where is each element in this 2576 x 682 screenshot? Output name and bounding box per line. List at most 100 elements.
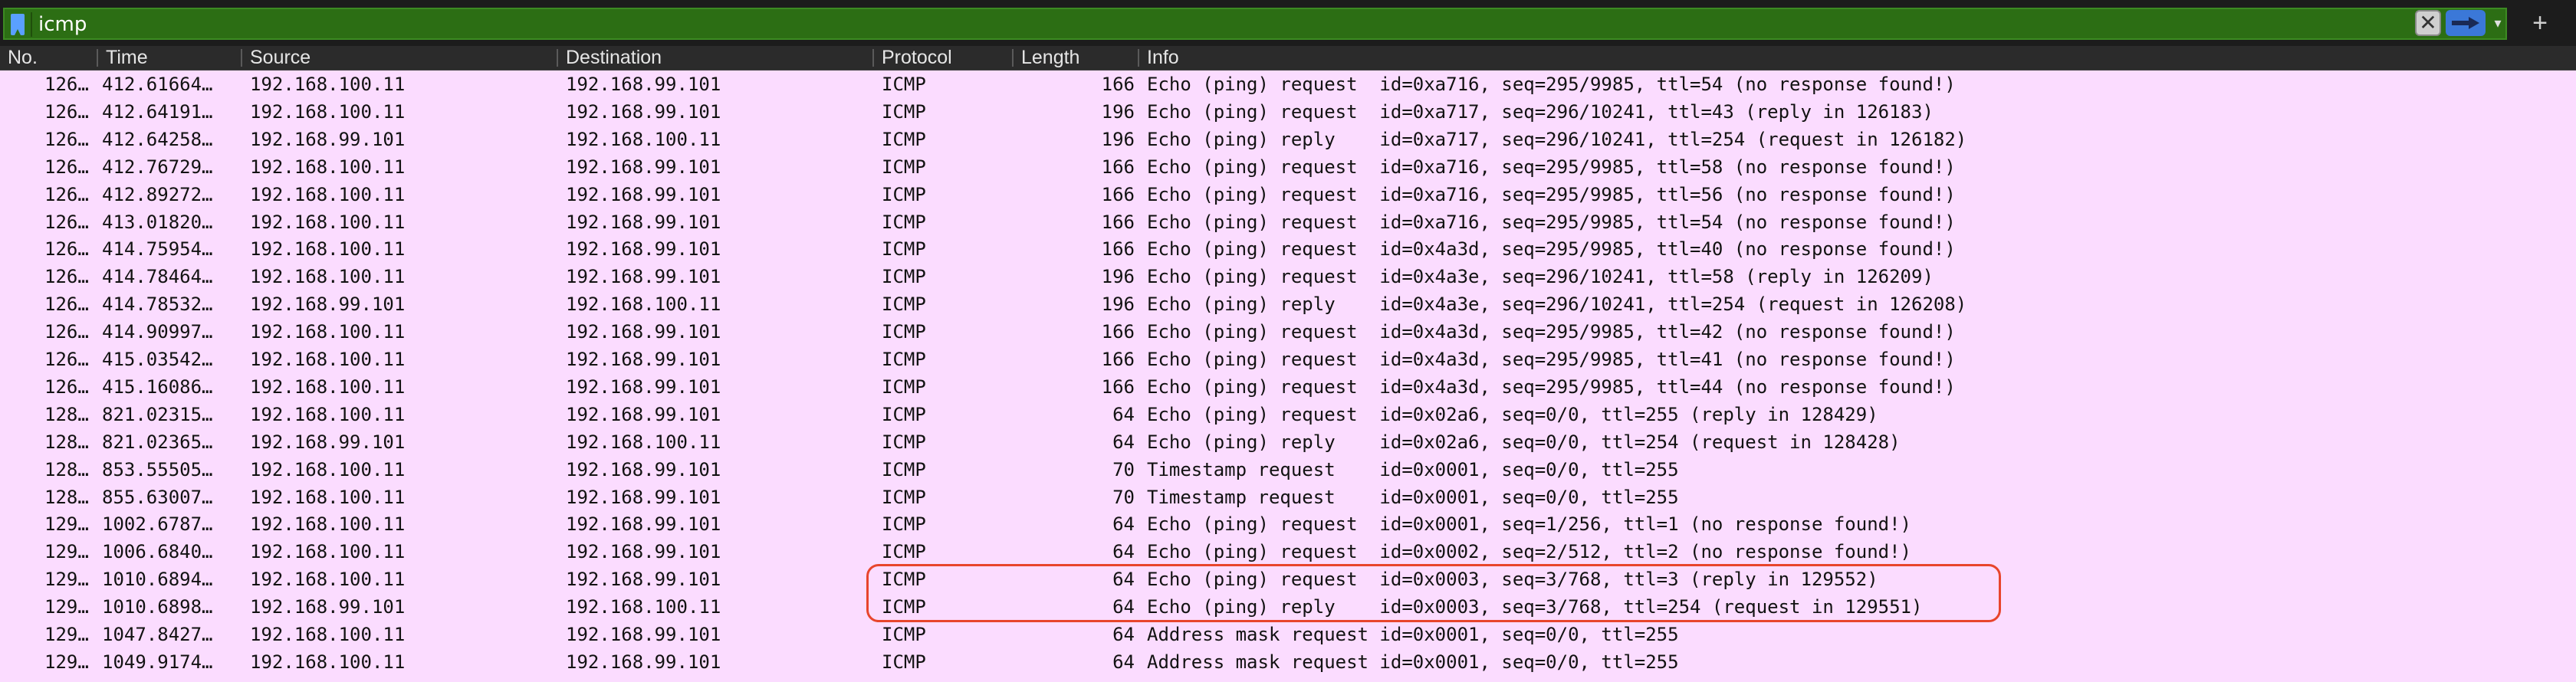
packet-time: 1047.8427… <box>102 624 213 645</box>
packet-time: 821.02315… <box>102 403 213 425</box>
packet-source: 192.168.100.11 <box>250 486 406 508</box>
packet-row[interactable]: 126… 412.64191… 192.168.100.11 192.168.99.1… <box>0 97 2576 126</box>
packet-protocol: ICMP <box>882 266 926 288</box>
packet-row[interactable]: 126… 412.76729… 192.168.100.11 192.168.99.1… <box>0 152 2576 181</box>
packet-length: 166 <box>1101 349 1135 370</box>
packet-time: 1002.6787… <box>102 513 213 536</box>
packet-row[interactable]: 126… 413.01820… 192.168.100.11 192.168.99.1… <box>0 208 2576 236</box>
packet-row[interactable]: 126… 412.61664… 192.168.100.11 192.168.99.1… <box>0 70 2576 98</box>
packet-info: Echo (ping) request id=0xa716, seq=295/9… <box>1147 211 1956 233</box>
packet-destination: 192.168.99.101 <box>566 266 721 288</box>
packet-protocol: ICMP <box>882 541 926 563</box>
packet-row[interactable]: 126… 412.89272… 192.168.100.11 192.168.99.1… <box>0 180 2576 208</box>
packet-destination: 192.168.99.101 <box>566 211 721 233</box>
clear-icon[interactable]: ✕ <box>2415 10 2441 36</box>
packet-destination: 192.168.99.101 <box>566 321 721 343</box>
packet-info: Echo (ping) request id=0x4a3d, seq=295/9… <box>1147 238 1956 261</box>
packet-protocol: ICMP <box>882 458 926 480</box>
packet-row[interactable]: 126… 414.75954… 192.168.100.11 192.168.99.1… <box>0 235 2576 264</box>
packet-length: 166 <box>1101 156 1135 178</box>
packet-info: Echo (ping) request id=0x4a3d, seq=295/9… <box>1147 375 1956 398</box>
packet-protocol: ICMP <box>882 183 926 205</box>
packet-length: 196 <box>1101 266 1135 288</box>
packet-row[interactable]: 129… 1002.6787… 192.168.100.11 192.168.99.1… <box>0 510 2576 539</box>
packet-length: 166 <box>1101 375 1135 398</box>
packet-destination: 192.168.99.101 <box>566 624 721 645</box>
packet-length: 70 <box>1112 486 1135 508</box>
packet-protocol: ICMP <box>882 211 926 233</box>
column-header-time[interactable]: Time <box>98 46 241 70</box>
packet-length: 166 <box>1101 211 1135 233</box>
packet-info: Echo (ping) request id=0x4a3d, seq=295/9… <box>1147 321 1956 343</box>
packet-destination: 192.168.99.101 <box>566 349 721 370</box>
packet-protocol: ICMP <box>882 128 926 150</box>
filter-text[interactable]: icmp <box>38 11 87 38</box>
chevron-down-icon[interactable]: ▾ <box>2487 10 2509 36</box>
packet-row[interactable]: 126… 414.90997… 192.168.100.11 192.168.99.1… <box>0 318 2576 346</box>
packet-source: 192.168.99.101 <box>250 431 406 453</box>
packet-protocol: ICMP <box>882 624 926 645</box>
packet-source: 192.168.100.11 <box>250 321 406 343</box>
packet-source: 192.168.100.11 <box>250 403 406 425</box>
packet-source: 192.168.99.101 <box>250 293 406 316</box>
packet-destination: 192.168.99.101 <box>566 156 721 178</box>
packet-row[interactable]: 129… 1047.8427… 192.168.100.11 192.168.99.1… <box>0 621 2576 648</box>
packet-row[interactable]: 128… 855.63007… 192.168.100.11 192.168.99.1… <box>0 483 2576 511</box>
packet-row[interactable]: 129… 1006.6840… 192.168.100.11 192.168.99.1… <box>0 538 2576 566</box>
packet-length: 166 <box>1101 321 1135 343</box>
packet-row[interactable]: 128… 821.02315… 192.168.100.11 192.168.99.1… <box>0 400 2576 428</box>
packet-info: Timestamp request id=0x0001, seq=0/0, tt… <box>1147 486 1679 508</box>
packet-length: 196 <box>1101 100 1135 123</box>
packet-row[interactable]: 126… 414.78464… 192.168.100.11 192.168.99.1… <box>0 263 2576 291</box>
packet-length: 64 <box>1112 624 1135 645</box>
packet-row[interactable]: 129… 1049.9174… 192.168.100.11 192.168.99.1… <box>0 648 2576 676</box>
apply-filter-button[interactable] <box>2446 10 2486 36</box>
packet-time: 413.01820… <box>102 211 213 233</box>
packet-source: 192.168.100.11 <box>250 74 406 95</box>
packet-source: 192.168.100.11 <box>250 238 406 261</box>
packet-source: 192.168.100.11 <box>250 458 406 480</box>
column-header-info[interactable]: Info <box>1139 46 2576 70</box>
packet-length: 196 <box>1101 128 1135 150</box>
packet-time: 412.64191… <box>102 100 213 123</box>
packet-info: Echo (ping) reply id=0x02a6, seq=0/0, tt… <box>1147 431 1901 453</box>
packet-length: 64 <box>1112 403 1135 425</box>
packet-destination: 192.168.99.101 <box>566 486 721 508</box>
plus-icon[interactable]: + <box>2522 6 2558 40</box>
packet-row[interactable]: 128… 853.55505… 192.168.100.11 192.168.99.1… <box>0 455 2576 484</box>
packet-destination: 192.168.99.101 <box>566 375 721 398</box>
packet-time: 412.76729… <box>102 156 213 178</box>
bookmark-icon[interactable] <box>11 14 25 35</box>
display-filter-input[interactable]: icmp <box>3 8 2507 40</box>
packet-row[interactable]: 126… 414.78532… 192.168.99.101 192.168.100.… <box>0 290 2576 319</box>
packet-time: 414.78532… <box>102 293 213 316</box>
packet-source: 192.168.100.11 <box>250 569 406 591</box>
packet-row[interactable]: 128… 821.02365… 192.168.99.101 192.168.100.… <box>0 428 2576 456</box>
packet-row[interactable]: 126… 415.03542… 192.168.100.11 192.168.99.1… <box>0 346 2576 373</box>
packet-destination: 192.168.99.101 <box>566 183 721 205</box>
display-filter-toolbar: icmp ✕ ▾ + <box>0 0 2576 46</box>
packet-source: 192.168.100.11 <box>250 349 406 370</box>
packet-info: Echo (ping) request id=0x0001, seq=1/256… <box>1147 513 1911 536</box>
column-header-destination[interactable]: Destination <box>558 46 872 70</box>
packet-source: 192.168.100.11 <box>250 375 406 398</box>
packet-destination: 192.168.99.101 <box>566 403 721 425</box>
packet-source: 192.168.100.11 <box>250 266 406 288</box>
column-header-length[interactable]: Length <box>1014 46 1138 70</box>
packet-protocol: ICMP <box>882 375 926 398</box>
packet-info: Echo (ping) request id=0x4a3d, seq=295/9… <box>1147 349 1956 370</box>
packet-info: Echo (ping) request id=0x4a3e, seq=296/1… <box>1147 266 1934 288</box>
packet-source: 192.168.100.11 <box>250 183 406 205</box>
column-header-source[interactable]: Source <box>242 46 557 70</box>
packet-time: 855.63007… <box>102 486 213 508</box>
packet-protocol: ICMP <box>882 321 926 343</box>
packet-destination: 192.168.99.101 <box>566 458 721 480</box>
packet-row[interactable]: 126… 415.16086… 192.168.100.11 192.168.99.1… <box>0 372 2576 401</box>
column-header-no[interactable]: No. <box>0 46 97 70</box>
column-header-protocol[interactable]: Protocol <box>874 46 1012 70</box>
packet-row[interactable]: 126… 412.64258… 192.168.99.101 192.168.100.… <box>0 125 2576 153</box>
packet-time: 1049.9174… <box>102 651 213 673</box>
packet-time: 415.16086… <box>102 375 213 398</box>
filter-divider <box>31 12 32 37</box>
packet-info: Echo (ping) request id=0x02a6, seq=0/0, … <box>1147 403 1878 425</box>
